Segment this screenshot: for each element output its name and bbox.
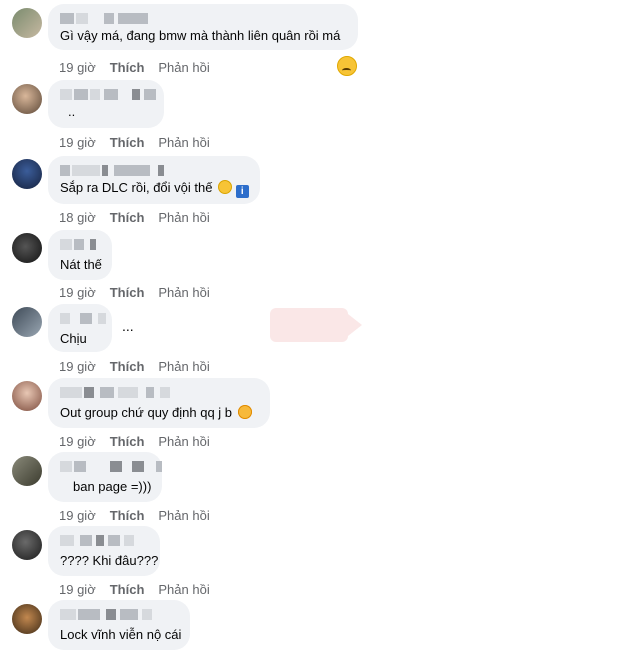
comment-actions: 19 giờ Thích Phản hồi <box>59 285 210 300</box>
reply-button[interactable]: Phản hồi <box>158 210 209 225</box>
slightly-smiling-face-emoji <box>218 180 233 194</box>
commenter-name-redacted[interactable] <box>60 458 162 474</box>
comment-text: ban page =))) <box>73 479 152 494</box>
more-options-icon[interactable]: ... <box>122 318 134 334</box>
information-emoji: i <box>235 185 249 198</box>
comment-bubble: Out group chứ quy định qq j b <box>48 378 270 428</box>
comment-timestamp[interactable]: 19 giờ <box>59 508 96 523</box>
comment-bubble: ???? Khi đâu??? <box>48 526 160 576</box>
avatar[interactable] <box>12 84 42 114</box>
avatar[interactable] <box>12 159 42 189</box>
comment-actions: 19 giờ Thích Phản hồi <box>59 359 210 374</box>
comment-timestamp[interactable]: 19 giờ <box>59 434 96 449</box>
comment-actions: 19 giờ Thích Phản hồi <box>59 582 210 597</box>
reply-button[interactable]: Phản hồi <box>158 359 209 374</box>
avatar[interactable] <box>12 8 42 38</box>
comment-actions: 18 giờ Thích Phản hồi <box>59 210 210 225</box>
comment-timestamp[interactable]: 19 giờ <box>59 582 96 597</box>
comment-text: ???? Khi đâu??? <box>60 553 159 568</box>
comment-timestamp[interactable]: 19 giờ <box>59 359 96 374</box>
comment-bubble: Chịu <box>48 304 112 352</box>
avatar[interactable] <box>12 233 42 263</box>
commenter-name-redacted[interactable] <box>60 310 106 326</box>
comment-text: Nát thế <box>60 257 102 272</box>
comment-actions: 19 giờ Thích Phản hồi <box>59 135 210 150</box>
like-button[interactable]: Thích <box>110 60 145 75</box>
comment-text-content: Sắp ra DLC rồi, đổi vội thế <box>60 180 213 195</box>
comment-text: Sắp ra DLC rồi, đổi vội thế i <box>60 179 249 198</box>
comment-timestamp[interactable]: 19 giờ <box>59 285 96 300</box>
smiling-face-with-hearts-emoji <box>237 405 252 419</box>
reply-button[interactable]: Phản hồi <box>158 135 209 150</box>
comment-bubble: Lock vĩnh viễn nộ cái <box>48 600 190 650</box>
like-button[interactable]: Thích <box>110 508 145 523</box>
like-button[interactable]: Thích <box>110 135 145 150</box>
reply-button[interactable]: Phản hồi <box>158 508 209 523</box>
reply-button[interactable]: Phản hồi <box>158 285 209 300</box>
avatar[interactable] <box>12 604 42 634</box>
commenter-name-redacted[interactable] <box>60 162 248 178</box>
avatar[interactable] <box>12 456 42 486</box>
comment-bubble: ban page =))) <box>48 452 162 502</box>
watermark-logo <box>270 308 362 342</box>
reply-button[interactable]: Phản hồi <box>158 434 209 449</box>
crying-face-reaction-icon[interactable] <box>337 56 357 76</box>
comment-text: Chịu <box>60 331 87 346</box>
comment-timestamp[interactable]: 19 giờ <box>59 135 96 150</box>
commenter-name-redacted[interactable] <box>60 606 178 622</box>
avatar[interactable] <box>12 381 42 411</box>
like-button[interactable]: Thích <box>110 359 145 374</box>
comment-bubble: Sắp ra DLC rồi, đổi vội thế i <box>48 156 260 204</box>
commenter-name-redacted[interactable] <box>60 10 346 26</box>
comment-text-content: Out group chứ quy định qq j b <box>60 405 233 420</box>
comment-text: .. <box>68 104 76 119</box>
comment-bubble: Gì vậy má, đang bmw mà thành liên quân r… <box>48 4 358 50</box>
avatar[interactable] <box>12 307 42 337</box>
comment-text: Gì vậy má, đang bmw mà thành liên quân r… <box>60 28 341 43</box>
comment-actions: 19 giờ Thích Phản hồi <box>59 434 210 449</box>
like-button[interactable]: Thích <box>110 210 145 225</box>
like-button[interactable]: Thích <box>110 434 145 449</box>
reply-button[interactable]: Phản hồi <box>158 582 209 597</box>
comment-timestamp[interactable]: 19 giờ <box>59 60 96 75</box>
commenter-name-redacted[interactable] <box>60 384 258 400</box>
reply-button[interactable]: Phản hồi <box>158 60 209 75</box>
comment-text: Out group chứ quy định qq j b <box>60 404 258 421</box>
commenter-name-redacted[interactable] <box>60 86 156 102</box>
avatar[interactable] <box>12 530 42 560</box>
comment-bubble: Nát thế <box>48 230 112 280</box>
comment-text: Lock vĩnh viễn nộ cái <box>60 627 182 642</box>
comment-bubble: .. <box>48 80 164 128</box>
commenter-name-redacted[interactable] <box>60 532 148 548</box>
comment-actions: 19 giờ Thích Phản hồi <box>59 508 210 523</box>
commenter-name-redacted[interactable] <box>60 236 100 252</box>
comment-actions: 19 giờ Thích Phản hồi <box>59 60 210 75</box>
comment-timestamp[interactable]: 18 giờ <box>59 210 96 225</box>
like-button[interactable]: Thích <box>110 582 145 597</box>
like-button[interactable]: Thích <box>110 285 145 300</box>
